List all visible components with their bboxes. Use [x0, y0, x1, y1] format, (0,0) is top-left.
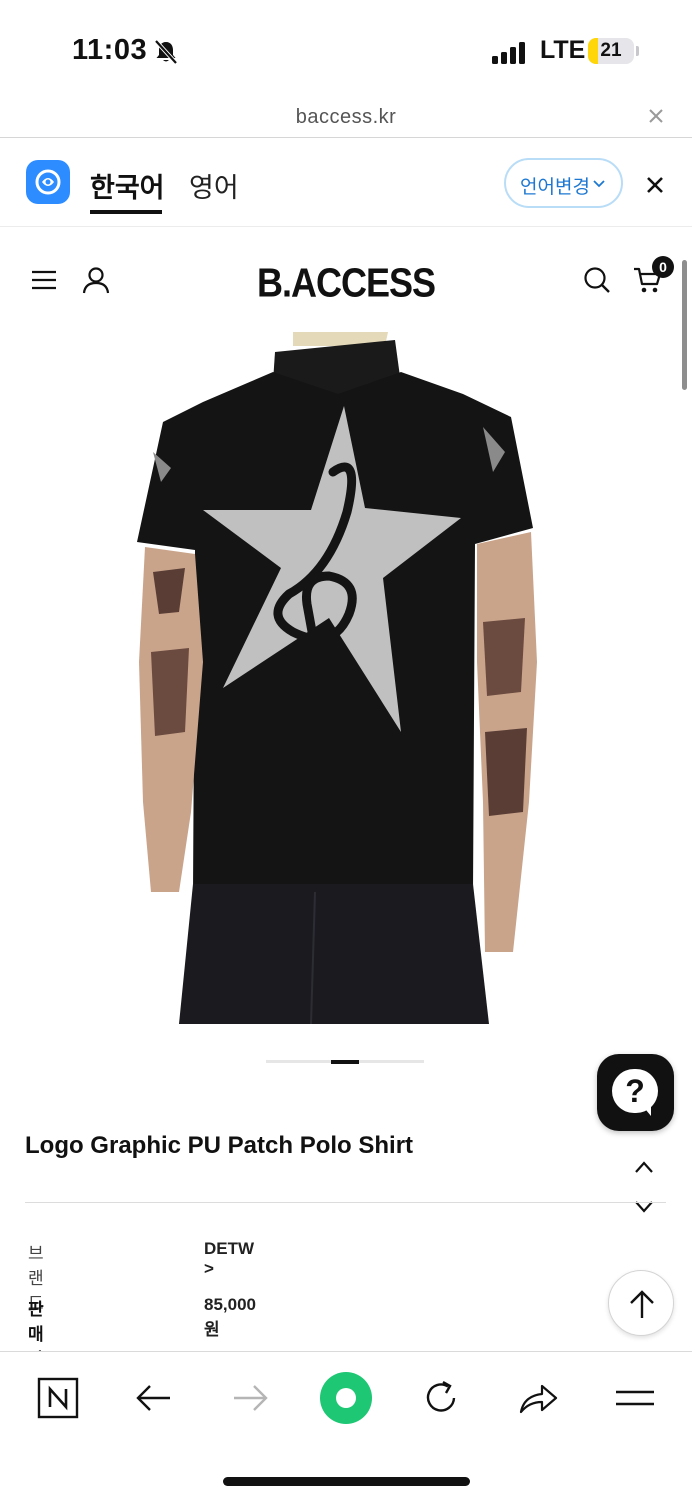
close-icon[interactable]	[648, 108, 664, 124]
green-dot-icon	[320, 1372, 372, 1424]
arrow-right-icon	[234, 1385, 268, 1411]
address-bar[interactable]: baccess.kr	[0, 100, 692, 138]
active-tab-underline	[90, 210, 162, 214]
site-header: B.ACCESS 0	[0, 228, 692, 328]
green-dot-button[interactable]	[318, 1370, 374, 1426]
tab-source-language[interactable]: 한국어	[90, 166, 165, 205]
arrow-up-icon	[630, 1290, 654, 1318]
battery-cap	[636, 46, 639, 56]
tab-target-language[interactable]: 영어	[189, 166, 239, 205]
help-chat-button[interactable]: ?	[597, 1054, 674, 1131]
home-indicator	[223, 1477, 470, 1486]
battery-icon: 21	[588, 38, 634, 64]
page-scrollbar[interactable]	[682, 260, 687, 390]
translate-bar: 한국어 영어 언어변경	[0, 139, 692, 227]
scroll-to-top-button[interactable]	[608, 1270, 674, 1336]
refresh-icon	[426, 1380, 456, 1412]
brand-link[interactable]: DETW >	[204, 1239, 254, 1279]
section-divider	[25, 1202, 666, 1203]
change-language-label: 언어변경	[520, 177, 590, 198]
help-question-icon: ?	[612, 1069, 658, 1113]
cellular-signal-icon	[492, 40, 530, 64]
forward-button[interactable]	[228, 1376, 272, 1420]
network-type: LTE	[540, 36, 586, 64]
battery-percent: 21	[600, 40, 622, 61]
share-arrow-icon	[519, 1384, 558, 1414]
status-bar: 11:03 LTE 21	[0, 0, 692, 100]
search-icon[interactable]	[583, 266, 611, 294]
cart-count-badge: 0	[652, 256, 674, 278]
chevron-down-icon	[593, 180, 605, 188]
browser-toolbar	[0, 1351, 692, 1500]
bell-muted-icon	[154, 39, 178, 65]
chevron-up-icon[interactable]	[634, 1160, 654, 1174]
image-carousel-indicator	[266, 1060, 424, 1064]
url-text[interactable]: baccess.kr	[0, 106, 692, 129]
change-language-button[interactable]: 언어변경	[504, 158, 623, 208]
close-translate-icon[interactable]	[645, 175, 665, 195]
menu-lines-icon	[616, 1390, 654, 1406]
price-value: 85,000원	[204, 1295, 256, 1339]
product-title: Logo Graphic PU Patch Polo Shirt	[25, 1132, 414, 1159]
share-button[interactable]	[516, 1376, 560, 1420]
naver-n-icon	[37, 1377, 79, 1419]
naver-home-button[interactable]	[36, 1376, 80, 1420]
carousel-dot[interactable]	[359, 1060, 424, 1063]
carousel-dot[interactable]	[266, 1060, 331, 1063]
carousel-dot-active[interactable]	[331, 1060, 359, 1064]
more-menu-button[interactable]	[613, 1376, 657, 1420]
status-time: 11:03	[72, 34, 148, 66]
reload-button[interactable]	[419, 1376, 463, 1420]
back-button[interactable]	[132, 1376, 176, 1420]
papago-logo-icon	[26, 160, 70, 204]
speech-bubble-tail	[641, 1104, 651, 1116]
arrow-left-icon	[136, 1385, 170, 1411]
product-image[interactable]	[133, 332, 539, 1024]
